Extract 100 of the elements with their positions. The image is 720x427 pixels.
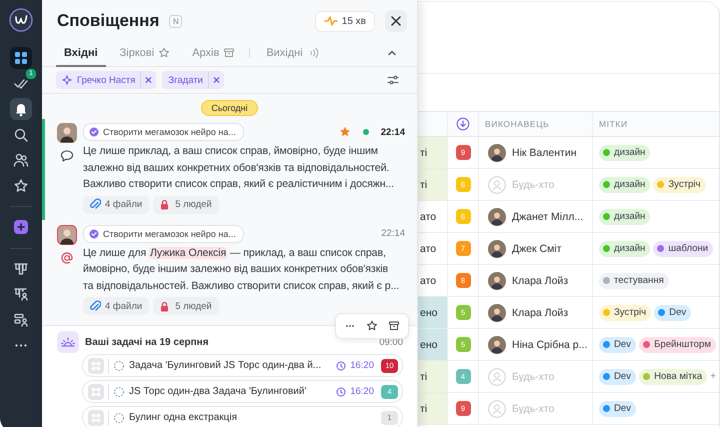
star-icon: [158, 47, 170, 59]
tag: Брейншторм: [639, 336, 716, 352]
mention-link[interactable]: Лужика Олексія: [148, 246, 228, 258]
time-label: 22:14: [380, 126, 405, 138]
tag: Зустріч: [653, 176, 706, 192]
tag: дизайн: [599, 176, 650, 192]
sparkle-icon: [62, 75, 72, 85]
tab[interactable]: Вхідні: [56, 40, 106, 66]
tag: Зустріч: [599, 304, 652, 320]
check-badge-icon: [89, 228, 99, 238]
tag: дизайн: [599, 144, 650, 160]
files-button[interactable]: 4 файли: [83, 196, 150, 214]
board-icon: [13, 260, 29, 276]
star-icon: [13, 178, 29, 194]
sort-down-icon[interactable]: [456, 117, 470, 131]
status-cell: ато: [418, 265, 448, 296]
pulse-icon: [324, 15, 338, 27]
star-icon[interactable]: [366, 320, 378, 332]
board-person-icon: [13, 286, 29, 302]
logo-icon: [9, 8, 33, 32]
chevron-up-icon[interactable]: [387, 48, 397, 58]
status-cell: ті: [418, 137, 448, 168]
grid-icon: [88, 384, 104, 400]
sidebar-button[interactable]: [10, 47, 32, 69]
status-cell: ато: [418, 233, 448, 264]
paperclip-icon: [88, 198, 101, 211]
task-link[interactable]: Створити мегамозок нейро на...: [83, 123, 244, 141]
more-tags-button[interactable]: +: [710, 371, 716, 382]
files-button[interactable]: 4 файли: [83, 297, 150, 315]
status-cell: ато: [418, 201, 448, 232]
status-cell: ті: [418, 169, 448, 200]
tag: Dev: [599, 336, 636, 352]
message-text: Це лише приклад, а ваш список справ, ймовірно, буде іншим залежно від ваших конкретних обов'язків та відповідальностей. Важливо створити список справ, який є реалістичним і досяжн...: [83, 144, 395, 192]
panel-title: Сповіщення: [57, 11, 160, 31]
date-pill: Сьогодні: [201, 100, 258, 116]
status-cell: ено: [418, 329, 448, 360]
due-time: 16:20: [350, 386, 374, 397]
filter-chip[interactable]: Гречко Настя: [56, 71, 156, 89]
sunrise-icon: [57, 331, 79, 353]
assignee-name: Клара Лойз: [512, 306, 568, 318]
filter-settings-icon[interactable]: [387, 74, 399, 86]
column-header[interactable]: МІТКИ: [599, 119, 628, 129]
plus-icon: [13, 219, 29, 235]
tab[interactable]: Зіркові: [112, 40, 178, 66]
assignee-name: Ніна Срібна р...: [512, 338, 588, 350]
sidebar-button[interactable]: [10, 98, 32, 120]
people-icon: [13, 152, 29, 168]
tag: дизайн: [599, 208, 650, 224]
tag: Dev: [599, 400, 636, 416]
tab[interactable]: Архів: [184, 40, 244, 66]
message-text: Це лише для Лужика Олексія — приклад, а ваш список справ, ймовірно, буде іншим залежно від ваших конкретних обов'язків та відповідальностей. Важливо створити список справ, який є р...: [83, 246, 400, 294]
clock-icon: [336, 386, 346, 396]
status-cell: ено: [418, 297, 448, 328]
filter-chip[interactable]: Згадати: [162, 71, 224, 89]
archive-icon: [223, 47, 236, 59]
close-button[interactable]: [385, 10, 407, 32]
shortcut-key: N: [169, 14, 182, 28]
at-icon: [60, 250, 74, 264]
assignee-name: Будь-хто: [512, 370, 554, 382]
more-icon: [15, 344, 27, 346]
assignee-name: Джанет Мілл...: [512, 210, 584, 222]
search-icon: [13, 126, 29, 142]
tag: Dev: [599, 368, 636, 384]
assignee-name: Джек Сміт: [512, 242, 562, 254]
bell-icon: [13, 101, 29, 117]
status-circle-icon: [113, 360, 125, 372]
tag: Нова мітка: [639, 368, 708, 384]
status-circle-icon: [113, 412, 125, 424]
tag: шаблони: [653, 240, 714, 256]
status-cell: ті: [418, 361, 448, 392]
column-header[interactable]: ВИКОНАВЕЦЬ: [485, 119, 550, 129]
grid-icon: [88, 358, 104, 374]
comment-icon: [60, 149, 74, 163]
assignee-name: Будь-хто: [512, 402, 554, 414]
archive-icon[interactable]: [388, 320, 400, 332]
people-button[interactable]: 5 людей: [153, 297, 219, 315]
due-time: 16:20: [350, 360, 374, 371]
tag: Dev: [654, 304, 692, 320]
assignee-name: Будь-хто: [512, 178, 554, 190]
status-circle-icon: [113, 386, 125, 398]
snooze-button[interactable]: 15 хв: [314, 10, 375, 32]
task-link[interactable]: Створити мегамозок нейро на...: [83, 224, 244, 242]
close-icon: [391, 16, 401, 26]
list-person-icon: [13, 312, 29, 328]
status-cell: ті: [418, 393, 448, 424]
avatar: [57, 123, 77, 143]
assignee-name: Клара Лойз: [512, 274, 568, 286]
avatar: [57, 224, 77, 244]
people-button[interactable]: 5 людей: [153, 196, 219, 214]
time-label: 22:14: [381, 228, 405, 239]
apps-icon: [13, 50, 29, 66]
check-badge-icon: [89, 127, 99, 137]
unread-dot-icon: [362, 129, 369, 135]
paperclip-icon: [88, 300, 101, 312]
clock-icon: [336, 360, 346, 370]
digest-title: Ваші задачі на 19 серпня: [85, 336, 209, 348]
tag: тестування: [599, 272, 669, 288]
tag: дизайн: [599, 240, 650, 256]
assignee-name: Нік Валентин: [512, 146, 577, 158]
tab[interactable]: Вихідні: [258, 40, 327, 66]
